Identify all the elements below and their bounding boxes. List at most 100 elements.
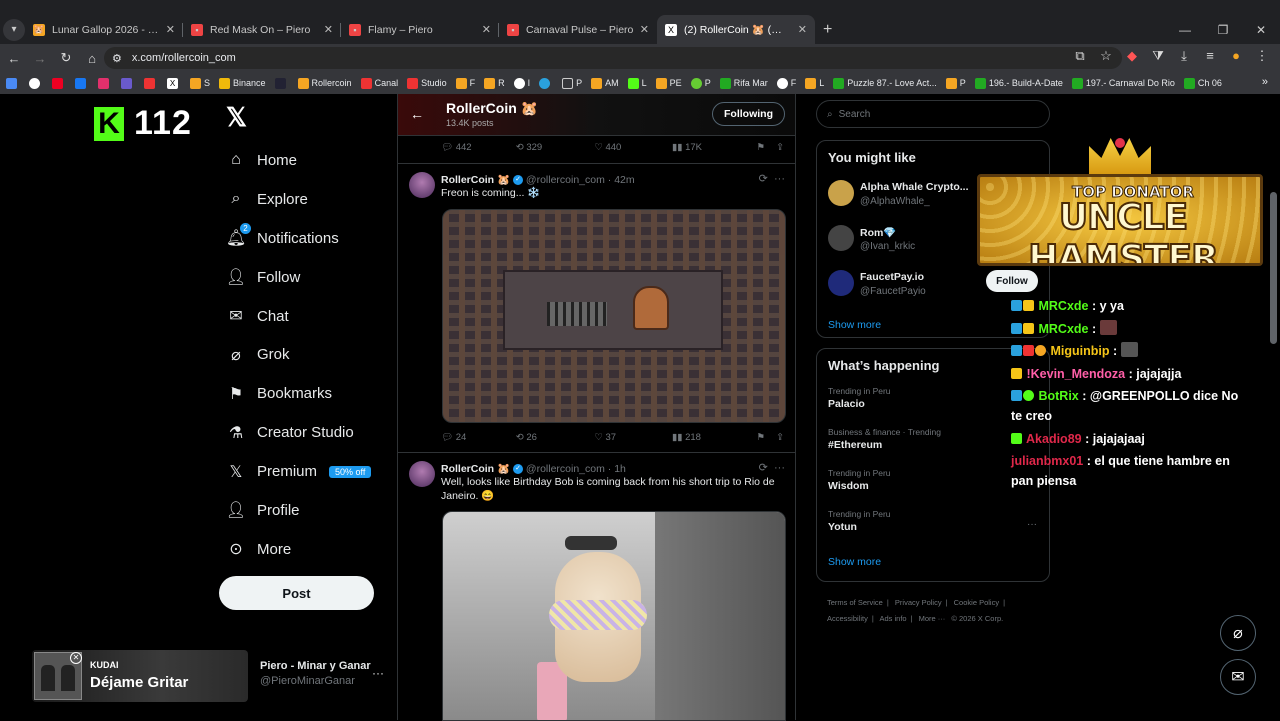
minimize-icon[interactable]: —	[1166, 23, 1204, 37]
browser-tab-active[interactable]: X (2) RollerCoin 🐹 (@rollercoin_ ✕	[657, 15, 815, 44]
url-field[interactable]: ⚙ x.com/rollercoin_com	[104, 47, 1122, 69]
sidebar-item-premium[interactable]: 𝕏 Premium 50% off	[226, 452, 372, 491]
footer-link[interactable]: Privacy Policy	[895, 598, 942, 607]
close-tab-icon[interactable]: ✕	[166, 23, 175, 36]
bookmark[interactable]	[539, 77, 553, 89]
sidebar-item-creator-studio[interactable]: ⚗ Creator Studio	[226, 413, 371, 452]
close-tab-icon[interactable]: ✕	[640, 23, 649, 36]
messages-fab-icon[interactable]: ✉	[1220, 659, 1256, 695]
footer-link[interactable]: Terms of Service	[827, 598, 883, 607]
bookmark[interactable]	[98, 77, 112, 89]
bookmark[interactable]: Rollercoin	[297, 77, 352, 89]
star-icon[interactable]: ☆	[1094, 48, 1118, 64]
back-arrow-icon[interactable]: ←	[410, 106, 424, 122]
post-button[interactable]: Post	[219, 576, 374, 610]
browser-tab[interactable]: ▪ Carnaval Pulse – Piero ✕	[499, 15, 657, 44]
bookmark[interactable]	[144, 77, 158, 89]
bookmark[interactable]: Ch 06	[1183, 77, 1222, 89]
follow-button[interactable]: Follow	[986, 270, 1038, 292]
bookmark[interactable]: Binance	[219, 77, 266, 89]
media-icon[interactable]: ≡	[1198, 48, 1222, 64]
footer-link[interactable]: More ···	[919, 614, 946, 623]
bookmark[interactable]	[121, 77, 135, 89]
scrollbar-thumb[interactable]	[1270, 192, 1277, 344]
more-bookmarks-icon[interactable]: »	[1262, 76, 1268, 88]
share-icon[interactable]: ⇪	[776, 432, 786, 443]
footer-link[interactable]: Ads info	[879, 614, 906, 623]
account-switcher[interactable]: Piero - Minar y Ganar @PieroMinarGanar	[260, 660, 371, 687]
close-tab-icon[interactable]: ✕	[324, 23, 333, 36]
bookmark-folder[interactable]: P	[562, 77, 582, 89]
browser-tab[interactable]: ▪ Red Mask On – Piero ✕	[183, 15, 341, 44]
footer-link[interactable]: Cookie Policy	[954, 598, 999, 607]
home-icon[interactable]: ⌂	[80, 51, 104, 66]
sidebar-item-grok[interactable]: ⌀ Grok	[226, 335, 371, 374]
install-icon[interactable]: ⧉	[1068, 48, 1092, 64]
show-more-link[interactable]: Show more	[817, 546, 1049, 578]
following-button[interactable]: Following	[712, 102, 785, 126]
tweet-media-image[interactable]	[442, 511, 786, 721]
browser-tab[interactable]: ▪ Flamy – Piero ✕	[341, 15, 499, 44]
views-button[interactable]: ▮▮ 218	[672, 432, 757, 443]
grok-fab-icon[interactable]: ⌀	[1220, 615, 1256, 651]
close-window-icon[interactable]: ✕	[1242, 23, 1280, 37]
sidebar-item-explore[interactable]: ⌕ Explore	[226, 180, 371, 219]
share-icon[interactable]: ⇪	[776, 142, 786, 153]
bookmark[interactable]: PE	[655, 77, 682, 89]
bookmark[interactable]: X	[167, 77, 181, 89]
profile-icon[interactable]: ●	[1224, 48, 1248, 64]
scrollbar[interactable]	[1270, 96, 1277, 716]
views-button[interactable]: ▮▮ 17K	[672, 142, 757, 153]
sidebar-item-bookmarks[interactable]: ⚑ Bookmarks	[226, 374, 371, 413]
restore-icon[interactable]: ❐	[1204, 23, 1242, 37]
tweet-media-image[interactable]	[442, 209, 786, 423]
bookmark[interactable]	[75, 77, 89, 89]
reply-button[interactable]: 💬︎ 442	[441, 142, 516, 153]
bookmark[interactable]: Puzzle 87.- Love Act...	[833, 77, 937, 89]
bookmark[interactable]: P	[945, 77, 966, 89]
bookmark[interactable]: Rifa Mar	[719, 77, 768, 89]
bookmark[interactable]: F	[776, 77, 796, 89]
tab-search-button[interactable]: ▾	[3, 18, 25, 41]
account-more-icon[interactable]: ···	[372, 666, 384, 680]
repost-button[interactable]: ⟲ 26	[516, 432, 595, 443]
bookmark[interactable]: F	[455, 77, 475, 89]
tweet-more-icon[interactable]: ⟳ ···	[759, 172, 785, 185]
tweet-more-icon[interactable]: ⟳ ···	[759, 461, 785, 474]
footer-link[interactable]: Accessibility	[827, 614, 868, 623]
like-button[interactable]: ♡ 440	[594, 142, 672, 153]
sidebar-item-notifications[interactable]: 🔔︎ 2 Notifications	[226, 219, 371, 258]
bookmark[interactable]	[6, 77, 20, 89]
bookmark[interactable]	[274, 77, 289, 89]
bookmark-icon[interactable]: ⚑	[757, 142, 777, 153]
bookmark[interactable]: L	[805, 77, 824, 89]
browser-tab[interactable]: 🐹 Lunar Gallop 2026 - RollerCoin ✕	[25, 15, 183, 44]
menu-icon[interactable]: ⋮	[1250, 48, 1274, 64]
new-tab-icon[interactable]: +	[823, 21, 832, 39]
bookmark[interactable]: Canal	[360, 77, 398, 89]
close-tab-icon[interactable]: ✕	[482, 23, 491, 36]
avatar[interactable]	[409, 172, 435, 198]
bookmark[interactable]: S	[190, 77, 210, 89]
bookmark[interactable]: R	[484, 77, 505, 89]
more-icon[interactable]: ···	[1027, 519, 1037, 530]
reply-button[interactable]: 💬︎ 24	[441, 432, 516, 443]
bookmark[interactable]: 197.- Carnaval Do Rio	[1071, 77, 1175, 89]
x-logo-icon[interactable]: 𝕏	[226, 102, 247, 133]
sidebar-item-follow[interactable]: 👤︎ Follow	[226, 258, 371, 297]
close-tab-icon[interactable]: ✕	[798, 23, 807, 36]
avatar[interactable]	[409, 461, 435, 487]
bookmark[interactable]: L	[627, 77, 647, 89]
trend-item[interactable]: Trending in Peru Yotun ···	[817, 505, 1049, 546]
like-button[interactable]: ♡ 37	[594, 432, 672, 443]
puzzle-icon[interactable]: ⧩	[1146, 48, 1170, 64]
back-icon[interactable]: ←	[2, 51, 26, 66]
site-info-icon[interactable]: ⚙	[112, 52, 122, 65]
extension-icon[interactable]: ◆	[1120, 48, 1144, 64]
sidebar-item-home[interactable]: ⌂ Home	[226, 141, 371, 180]
sidebar-item-chat[interactable]: ✉ Chat	[226, 297, 371, 336]
bookmark-icon[interactable]: ⚑	[757, 432, 777, 443]
repost-button[interactable]: ⟲ 329	[516, 142, 595, 153]
bookmark[interactable]: 196.- Build-A-Date	[974, 77, 1063, 89]
sidebar-item-more[interactable]: ⊙ More	[226, 530, 371, 569]
